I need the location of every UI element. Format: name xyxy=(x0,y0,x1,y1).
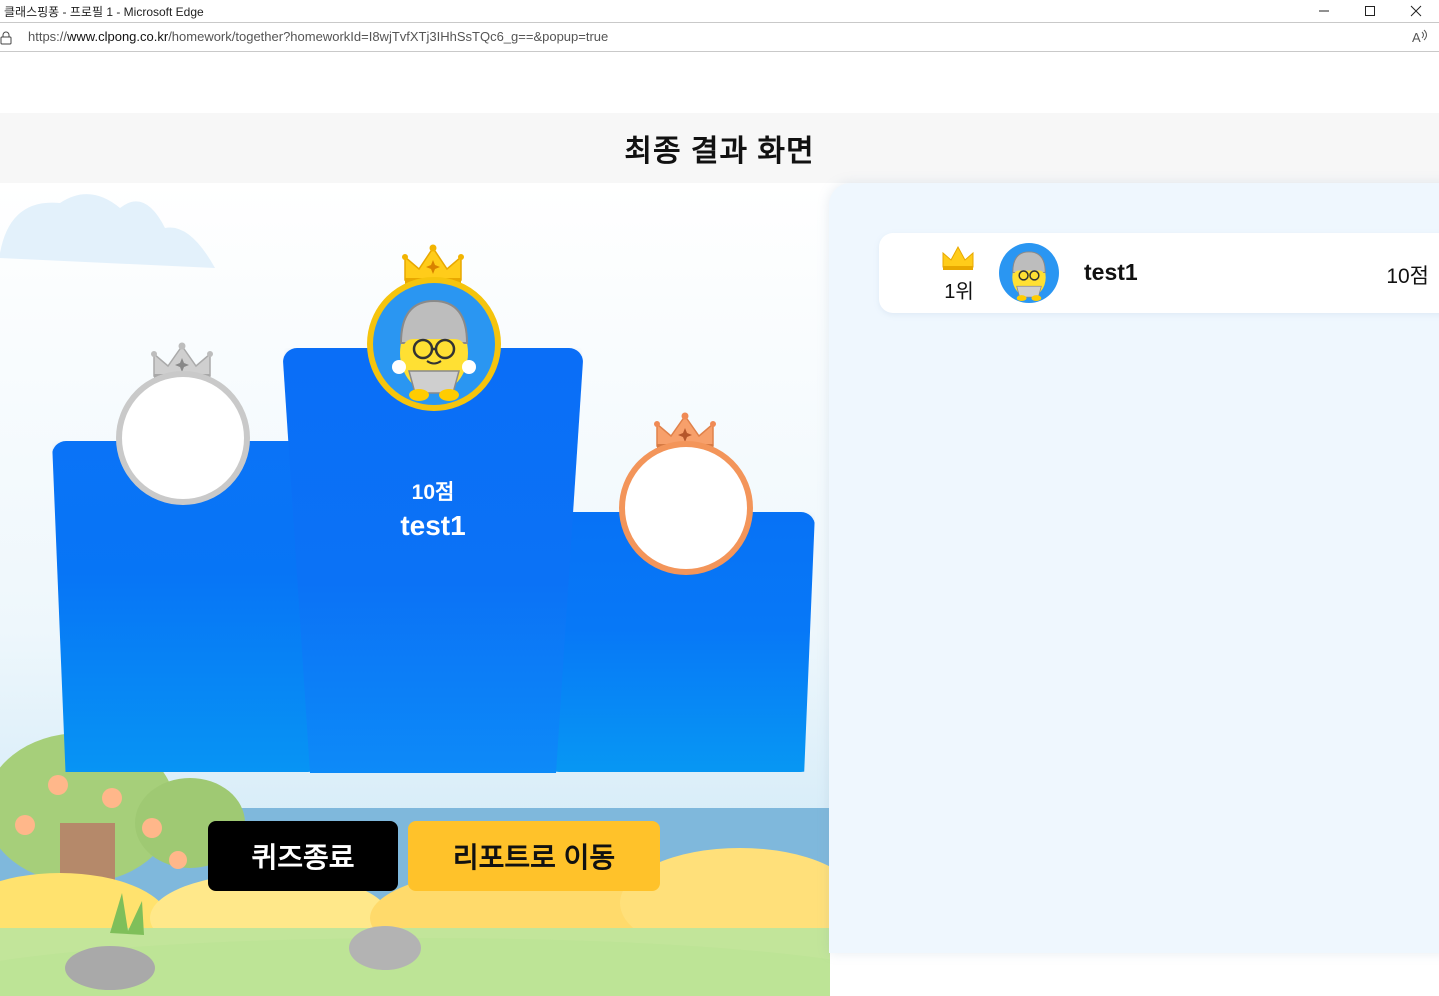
crown-icon xyxy=(942,245,974,270)
first-place-avatar xyxy=(367,277,501,411)
url-text[interactable]: https://www.clpong.co.kr/homework/togeth… xyxy=(28,29,608,44)
ranking-avatar xyxy=(999,243,1059,303)
page-title: 최종 결과 화면 xyxy=(624,135,815,168)
third-place-avatar xyxy=(619,441,753,575)
window-title: 클래스핑퐁 - 프로필 1 - Microsoft Edge xyxy=(4,4,204,19)
knight-character-avatar xyxy=(1012,251,1046,302)
ranking-name: test1 xyxy=(1084,259,1138,285)
podium-first-place xyxy=(283,348,583,773)
url-scheme: https:// xyxy=(28,29,68,44)
first-place-name: test1 xyxy=(400,510,466,541)
close-icon[interactable] xyxy=(1393,0,1439,22)
rank-position: 1위 xyxy=(944,281,974,303)
browser-titlebar: 클래스핑퐁 - 프로필 1 - Microsoft Edge xyxy=(0,0,1439,22)
ranking-row: 1위 test1 10점 xyxy=(879,233,1439,313)
rock xyxy=(65,946,155,990)
ranking-score: 10점 xyxy=(1386,265,1429,288)
window-controls xyxy=(1301,0,1439,22)
knight-character-avatar xyxy=(392,299,476,401)
go-report-button[interactable]: 리포트로 이동 xyxy=(408,821,660,891)
svg-text:A: A xyxy=(1412,30,1421,45)
url-path: /homework/together?homeworkId=I8wjTvfXTj… xyxy=(168,29,609,44)
address-bar[interactable]: https://www.clpong.co.kr/homework/togeth… xyxy=(0,22,1439,52)
lock-icon[interactable] xyxy=(0,31,12,50)
page-header: 최종 결과 화면 xyxy=(0,113,1439,183)
minimize-icon[interactable] xyxy=(1301,0,1347,22)
second-place-avatar xyxy=(116,371,250,505)
first-place-score: 10점 xyxy=(411,481,455,504)
maximize-icon[interactable] xyxy=(1347,0,1393,22)
quiz-end-button[interactable]: 퀴즈종료 xyxy=(208,821,398,891)
url-host: www.clpong.co.kr xyxy=(67,29,169,44)
read-aloud-icon[interactable]: A xyxy=(1411,29,1429,48)
